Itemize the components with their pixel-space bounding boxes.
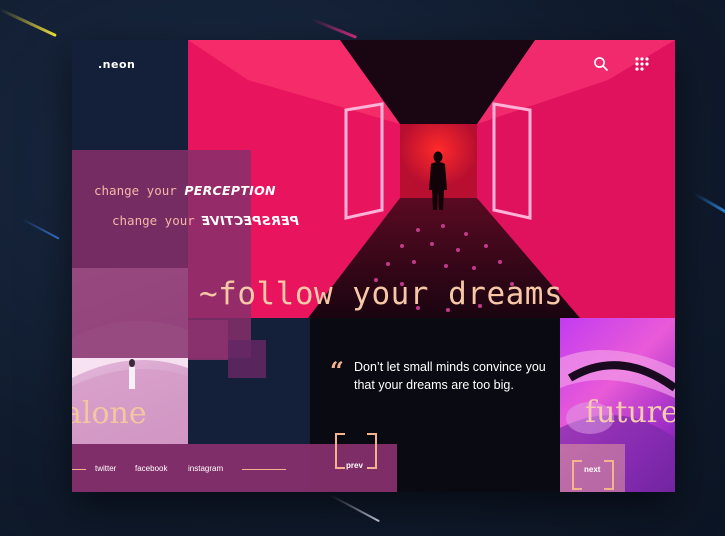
divider — [242, 469, 286, 470]
bracket-left-icon — [572, 460, 582, 490]
bracket-right-icon — [604, 460, 614, 490]
tagline-line-1: change your PERCEPTION — [94, 183, 276, 198]
twitter-link[interactable]: twitter — [95, 464, 116, 473]
tagline-prefix: change your — [112, 213, 195, 228]
grid-menu-icon[interactable] — [634, 56, 650, 72]
next-label: next — [584, 465, 601, 474]
future-caption: future — [585, 395, 675, 430]
quote-text: Don’t let small minds convince you that … — [354, 360, 546, 392]
decor-square — [188, 320, 228, 360]
instagram-link[interactable]: instagram — [188, 464, 223, 473]
bracket-left-icon — [335, 433, 345, 469]
decor-square — [228, 340, 266, 378]
prev-label: prev — [346, 461, 363, 470]
alone-caption: alone — [72, 396, 147, 431]
tagline-line-2: change your PERSPECTIVE — [112, 213, 299, 228]
decor-streak — [311, 18, 358, 39]
quote-mark-icon: “ — [330, 356, 344, 385]
landing-card: .neon change your PERCEPTION change your… — [72, 40, 675, 492]
prev-button[interactable]: prev — [335, 433, 377, 471]
decor-streak — [693, 192, 725, 215]
bracket-right-icon — [367, 433, 377, 469]
decor-streak — [0, 8, 57, 38]
tagline-emphasis: PERCEPTION — [184, 183, 276, 198]
tagline-prefix: change your — [94, 183, 177, 198]
search-icon[interactable] — [593, 56, 609, 72]
brand-logo[interactable]: .neon — [98, 58, 135, 71]
divider — [72, 469, 86, 470]
decor-streak — [21, 218, 60, 240]
decor-streak — [329, 494, 380, 523]
facebook-link[interactable]: facebook — [135, 464, 167, 473]
tagline-emphasis-mirrored: PERSPECTIVE — [200, 213, 299, 228]
headline: ~follow your dreams — [199, 276, 564, 312]
next-button[interactable]: next — [572, 460, 614, 492]
